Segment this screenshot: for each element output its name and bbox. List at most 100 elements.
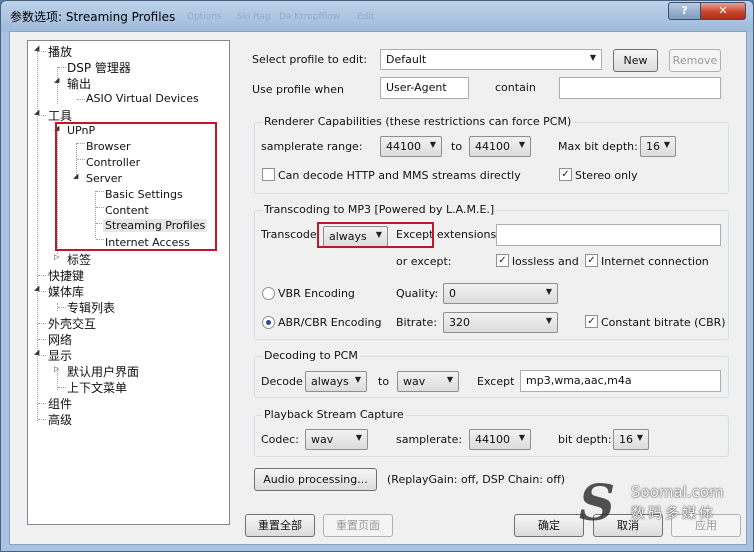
- constant-bitrate-label: Constant bitrate (CBR): [601, 316, 726, 329]
- expanded-arrow-icon[interactable]: ◢: [54, 76, 59, 84]
- renderer-capabilities-title: Renderer Capabilities (these restriction…: [262, 115, 574, 128]
- chevron-down-icon: ▼: [518, 140, 525, 149]
- new-profile-button[interactable]: New: [613, 49, 658, 72]
- capture-samplerate-select[interactable]: 44100 ▼: [469, 429, 531, 450]
- tree-item-context-menu[interactable]: 上下文菜单: [67, 379, 127, 396]
- tree-item-network[interactable]: 网络: [48, 331, 72, 348]
- check-icon: ✓: [561, 169, 570, 180]
- samplerate-max-select[interactable]: 44100 ▼: [469, 136, 531, 157]
- transcode-label: Transcode: [261, 228, 317, 241]
- watermark-site: Soomal.com: [631, 483, 724, 501]
- chevron-down-icon: ▼: [429, 140, 436, 149]
- reset-page-button[interactable]: 重置页面: [323, 514, 393, 537]
- radio-dot-icon: [266, 320, 271, 325]
- ghost-tab: Da Ktropfflow: [279, 12, 341, 22]
- samplerate-min-select[interactable]: 44100 ▼: [380, 136, 442, 157]
- expanded-arrow-icon[interactable]: ◢: [34, 348, 39, 356]
- tree-item-shortcuts[interactable]: 快捷键: [48, 267, 84, 284]
- audio-processing-status: (ReplayGain: off, DSP Chain: off): [387, 473, 566, 486]
- except-extensions-field[interactable]: [496, 224, 721, 246]
- tree-guide: [38, 275, 46, 276]
- title-bar[interactable]: 参数选项: Streaming Profiles Options Ski Rag…: [1, 1, 753, 31]
- remove-profile-button[interactable]: Remove: [669, 49, 721, 72]
- tree-item-tags[interactable]: 标签: [67, 251, 91, 268]
- watermark-tagline: 数码多媒体: [631, 506, 716, 522]
- tree-item-dsp-manager[interactable]: DSP 管理器: [67, 59, 131, 76]
- quality-label: Quality:: [396, 287, 439, 300]
- bitrate-select[interactable]: 320 ▼: [443, 312, 558, 333]
- capture-bit-depth-select[interactable]: 16 ▼: [613, 429, 649, 450]
- ghost-tab: Options: [187, 12, 222, 22]
- chevron-down-icon: ▼: [518, 433, 525, 442]
- lossless-label: lossless and: [512, 255, 579, 268]
- samplerate-max-value: 44100: [475, 140, 510, 153]
- chevron-down-icon: ▼: [355, 433, 362, 442]
- lossless-checkbox[interactable]: ✓: [496, 254, 509, 267]
- collapsed-arrow-icon[interactable]: ▷: [54, 365, 59, 373]
- http-mms-checkbox[interactable]: [262, 168, 275, 181]
- decode-format-select[interactable]: wav ▼: [397, 371, 459, 392]
- use-profile-when-label: Use profile when: [252, 83, 344, 96]
- tree-item-playback[interactable]: 播放: [48, 43, 72, 60]
- close-button[interactable]: ✕: [700, 2, 746, 20]
- chevron-down-icon: ▼: [663, 140, 670, 149]
- tree-item-output[interactable]: 输出: [67, 75, 91, 92]
- quality-select[interactable]: 0 ▼: [443, 283, 558, 304]
- tree-item-album-list[interactable]: 专辑列表: [67, 299, 115, 316]
- highlight-box: [55, 122, 217, 251]
- chevron-down-icon: ▼: [446, 375, 453, 384]
- max-bit-depth-value: 16: [646, 140, 660, 153]
- chevron-down-icon: ▼: [545, 287, 552, 296]
- tree-guide: [58, 307, 66, 308]
- tree-guide: [38, 323, 46, 324]
- expanded-arrow-icon[interactable]: ◢: [34, 108, 39, 116]
- preferences-tree[interactable]: ◢ 播放 DSP 管理器 ◢ 输出 ASIO Virtual Devices ◢…: [27, 40, 230, 525]
- dialog-client: ◢ 播放 DSP 管理器 ◢ 输出 ASIO Virtual Devices ◢…: [9, 31, 747, 545]
- expanded-arrow-icon[interactable]: ◢: [34, 44, 39, 52]
- codec-label: Codec:: [261, 433, 299, 446]
- use-profile-when-field[interactable]: User-Agent: [380, 77, 469, 99]
- decode-to-label: to: [378, 375, 390, 388]
- vbr-encoding-radio[interactable]: [262, 287, 275, 300]
- decode-label: Decode: [261, 375, 303, 388]
- preferences-window: 参数选项: Streaming Profiles Options Ski Rag…: [0, 0, 754, 552]
- expanded-arrow-icon[interactable]: ◢: [34, 284, 39, 292]
- tree-item-display[interactable]: 显示: [48, 347, 72, 364]
- tree-item-asio-virtual-devices[interactable]: ASIO Virtual Devices: [86, 92, 199, 105]
- decode-except-field[interactable]: mp3,wma,aac,m4a: [520, 370, 721, 392]
- tree-item-advanced[interactable]: 高级: [48, 411, 72, 428]
- constant-bitrate-checkbox[interactable]: ✓: [585, 315, 598, 328]
- codec-value: wav: [311, 433, 334, 446]
- tree-item-default-ui[interactable]: 默认用户界面: [67, 363, 139, 380]
- chevron-down-icon: ▼: [354, 375, 361, 384]
- samplerate-range-label: samplerate range:: [261, 140, 363, 153]
- bitrate-label: Bitrate:: [396, 316, 437, 329]
- stereo-only-checkbox[interactable]: ✓: [559, 168, 572, 181]
- capture-samplerate-value: 44100: [475, 433, 510, 446]
- tree-item-components[interactable]: 组件: [48, 395, 72, 412]
- max-bit-depth-select[interactable]: 16 ▼: [640, 136, 676, 157]
- collapsed-arrow-icon[interactable]: ▷: [54, 253, 59, 261]
- audio-processing-button[interactable]: Audio processing...: [254, 468, 377, 491]
- soomal-watermark: S Soomal.com 数码多媒体: [579, 473, 739, 532]
- abr-cbr-encoding-label: ABR/CBR Encoding: [278, 316, 382, 329]
- reset-all-button[interactable]: 重置全部: [245, 514, 315, 537]
- tree-guide: [57, 67, 58, 104]
- contain-field[interactable]: [559, 77, 721, 99]
- abr-cbr-encoding-radio[interactable]: [262, 316, 275, 329]
- tree-guide: [77, 99, 85, 100]
- chevron-down-icon: ▼: [545, 316, 552, 325]
- playback-capture-title: Playback Stream Capture: [262, 408, 406, 421]
- internet-connection-checkbox[interactable]: ✓: [585, 254, 598, 267]
- tree-item-media-library[interactable]: 媒体库: [48, 283, 84, 300]
- ghost-tab: Ski Rag: [237, 12, 271, 22]
- help-button[interactable]: ?: [668, 2, 701, 20]
- decode-select[interactable]: always ▼: [305, 371, 367, 392]
- samplerate-to-label: to: [451, 140, 463, 153]
- tree-item-shell-integration[interactable]: 外壳交互: [48, 315, 96, 332]
- codec-select[interactable]: wav ▼: [305, 429, 368, 450]
- stereo-only-label: Stereo only: [575, 169, 638, 182]
- capture-bit-depth-label: bit depth:: [558, 433, 612, 446]
- profile-select[interactable]: Default ▼: [380, 49, 602, 70]
- ok-button[interactable]: 确定: [514, 514, 584, 537]
